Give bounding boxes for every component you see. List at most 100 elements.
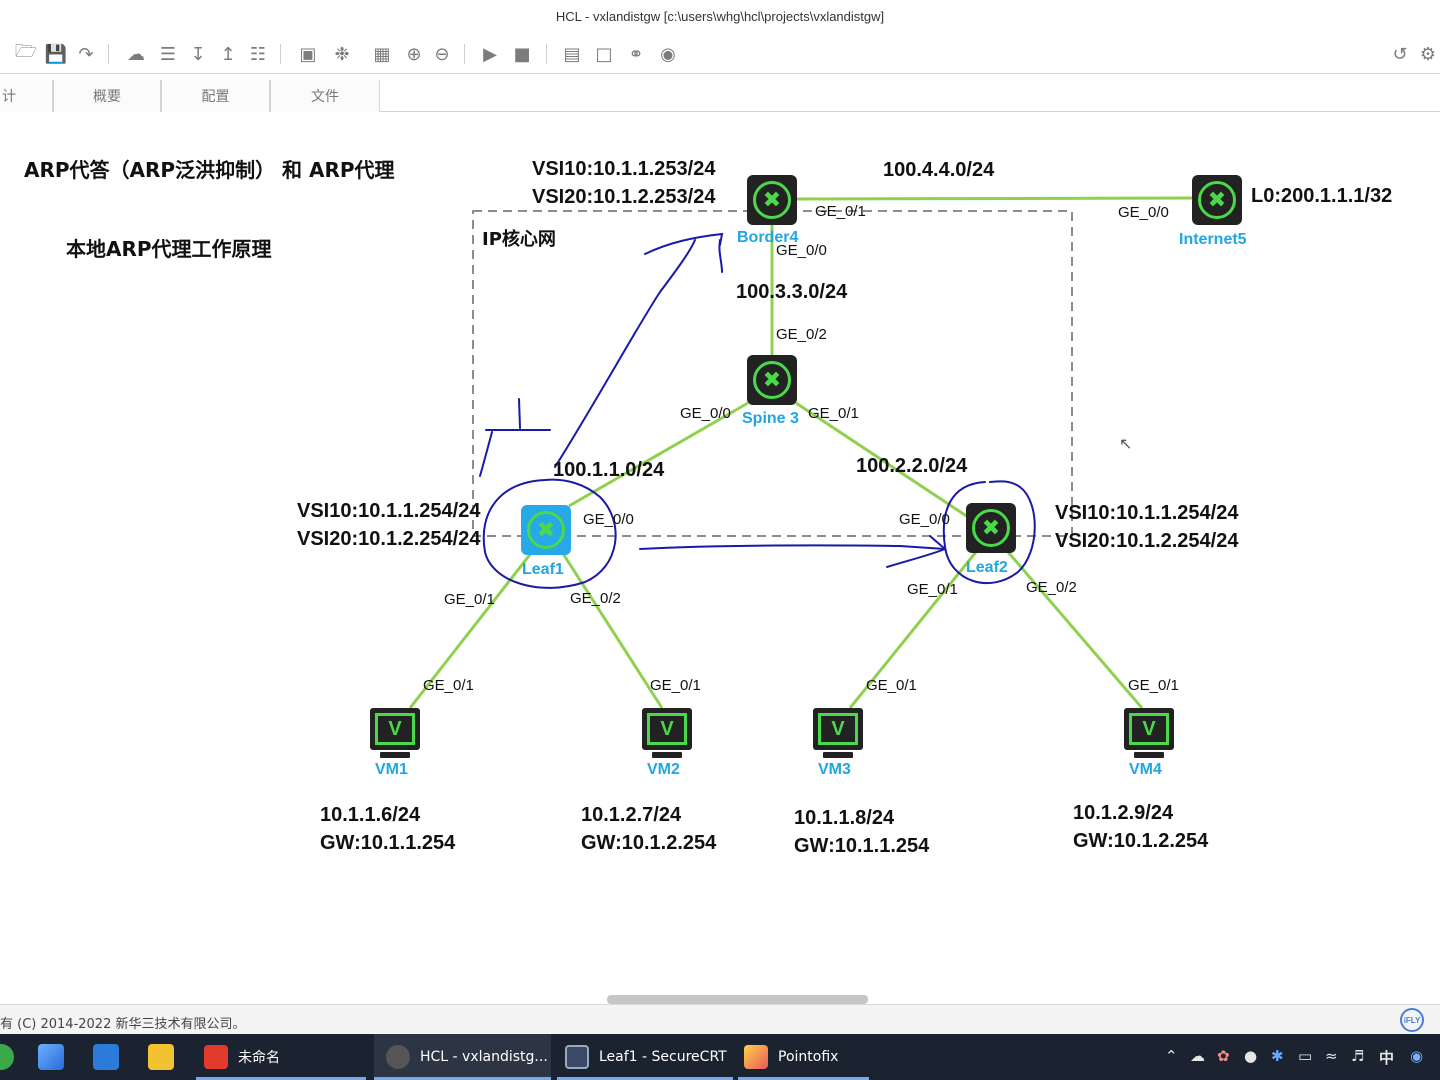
tab-bar: 计 概要 配置 文件	[0, 80, 1440, 112]
annotation-arrow-head	[886, 535, 947, 568]
horizontal-scrollbar[interactable]	[607, 995, 868, 1004]
tab-config[interactable]: 配置	[161, 80, 270, 112]
cloud-icon[interactable]: ☁	[124, 42, 148, 66]
router-internet5[interactable]: ✖	[1192, 175, 1242, 225]
vm3-ip-label: 10.1.1.8/24	[794, 807, 895, 829]
tab-label: 概要	[93, 88, 121, 104]
tray-overflow-icon[interactable]: ⌃	[1165, 1047, 1178, 1065]
tab-files[interactable]: 文件	[270, 80, 380, 112]
camera-icon[interactable]: ◉	[656, 42, 680, 66]
leaf2-vsi10-label: VSI10:10.1.1.254/24	[1055, 502, 1239, 524]
diagram-heading: ARP代答（ARP泛洪抑制） 和 ARP代理	[24, 158, 395, 182]
device-name-vm1[interactable]: VM1	[375, 761, 408, 779]
zoom-out-icon[interactable]: ⊖	[430, 42, 454, 66]
taskbar-app-label: Leaf1 - SecureCRT	[599, 1049, 727, 1065]
device-name-vm3[interactable]: VM3	[818, 761, 851, 779]
device-name-vm2[interactable]: VM2	[647, 761, 680, 779]
internet-loopback-label: L0:200.1.1.1/32	[1251, 185, 1393, 207]
device-name-border4[interactable]: Border4	[737, 229, 798, 247]
battery-icon[interactable]: ▭	[1298, 1047, 1312, 1065]
save-icon[interactable]: 💾	[44, 42, 68, 66]
add-frame-icon[interactable]: □	[592, 42, 616, 66]
export-icon[interactable]: ↷	[74, 42, 98, 66]
stop-icon[interactable]: ■	[510, 42, 534, 66]
port-label: GE_0/0	[1118, 204, 1169, 221]
host-vm3[interactable]: V	[813, 708, 863, 764]
port-label: GE_0/0	[899, 511, 950, 528]
vm4-ip-label: 10.1.2.9/24	[1073, 802, 1174, 824]
input-method-icon[interactable]: ◉	[1410, 1047, 1423, 1065]
report-icon[interactable]: ☷	[246, 42, 270, 66]
play-icon[interactable]: ▶	[478, 42, 502, 66]
annotation-arrow-up	[554, 239, 696, 468]
device-name-spine3[interactable]: Spine 3	[742, 410, 799, 428]
title-bar: HCL - vxlandistgw [c:\users\whg\hcl\proj…	[0, 0, 1440, 34]
app-icon	[204, 1045, 228, 1069]
app-tray-icon[interactable]: ✿	[1217, 1047, 1230, 1065]
toolbar-separator	[546, 44, 547, 64]
router-spine3[interactable]: ✖	[747, 355, 797, 405]
router-leaf2[interactable]: ✖	[966, 503, 1016, 553]
vm2-ip-label: 10.1.2.7/24	[581, 804, 682, 826]
host-vm2[interactable]: V	[642, 708, 692, 764]
link-border-internet	[795, 196, 1194, 201]
router-border4[interactable]: ✖	[747, 175, 797, 225]
device-name-vm4[interactable]: VM4	[1129, 761, 1162, 779]
topology-canvas[interactable]: ARP代答（ARP泛洪抑制） 和 ARP代理 本地ARP代理工作原理 IP核心网…	[0, 112, 1440, 1002]
store-icon[interactable]	[38, 1044, 64, 1070]
ifly-badge-icon[interactable]: iFLY	[1400, 1008, 1424, 1032]
tab-design[interactable]: 计	[0, 80, 53, 112]
tab-overview[interactable]: 概要	[53, 80, 161, 112]
grid-icon[interactable]: ▦	[370, 42, 394, 66]
port-label: GE_0/1	[444, 591, 495, 608]
annotation-stroke	[479, 431, 493, 477]
bluetooth-icon[interactable]: ✱	[1271, 1047, 1284, 1065]
tab-label: 计	[2, 88, 16, 104]
mail-icon[interactable]	[93, 1044, 119, 1070]
folder-icon[interactable]	[148, 1044, 174, 1070]
download-icon[interactable]: ↧	[186, 42, 210, 66]
port-label: GE_0/2	[776, 326, 827, 343]
vm3-gw-label: GW:10.1.1.254	[794, 835, 930, 857]
taskbar-app-label: HCL - vxlandistg...	[420, 1049, 548, 1065]
toolbar-separator	[464, 44, 465, 64]
router-icon: ✖	[527, 511, 565, 549]
volume-icon[interactable]: ♬	[1351, 1047, 1364, 1065]
ime-indicator[interactable]: 中	[1379, 1047, 1394, 1068]
gear-icon[interactable]: ⚙	[1416, 42, 1440, 66]
table-icon[interactable]: ▤	[560, 42, 584, 66]
router-leaf1[interactable]: ✖	[521, 505, 571, 555]
host-vm1[interactable]: V	[370, 708, 420, 764]
taskbar-app-hcl[interactable]: HCL - vxlandistg...	[374, 1034, 551, 1080]
toolbar: 🗁 💾 ↷ ☁ ☰ ↧ ↥ ☷ ▣ ❉ ▦ ⊕ ⊖ ▶ ■ ▤ □ ⚭ ◉ ↺ …	[0, 34, 1440, 74]
device-name-internet5[interactable]: Internet5	[1179, 231, 1247, 249]
device-name-leaf2[interactable]: Leaf2	[966, 559, 1008, 577]
device-name-leaf1[interactable]: Leaf1	[522, 561, 564, 579]
zoom-in-icon[interactable]: ⊕	[402, 42, 426, 66]
settings-wheel-icon[interactable]: ❉	[330, 42, 354, 66]
upload-icon[interactable]: ↥	[216, 42, 240, 66]
host-icon: V	[813, 708, 863, 750]
wifi-icon[interactable]: ≈	[1325, 1047, 1338, 1065]
screen-capture-icon[interactable]: ▣	[296, 42, 320, 66]
host-icon: V	[1124, 708, 1174, 750]
vm2-gw-label: GW:10.1.2.254	[581, 832, 717, 854]
port-label: GE_0/1	[650, 677, 701, 694]
browser-icon[interactable]	[0, 1044, 14, 1070]
open-folder-icon[interactable]: 🗁	[14, 41, 38, 66]
layers-icon[interactable]: ☰	[156, 42, 180, 66]
host-vm4[interactable]: V	[1124, 708, 1174, 764]
link-leaf1-vm2	[560, 551, 664, 709]
router-icon: ✖	[753, 361, 791, 399]
taskbar-app-unnamed[interactable]: 未命名	[196, 1034, 366, 1080]
add-link-icon[interactable]: ⚭	[624, 42, 648, 66]
microphone-icon[interactable]: ●	[1244, 1047, 1257, 1065]
undo-icon[interactable]: ↺	[1388, 42, 1412, 66]
onedrive-icon[interactable]: ☁	[1190, 1047, 1205, 1065]
taskbar-app-securecrt[interactable]: Leaf1 - SecureCRT	[557, 1034, 733, 1080]
router-icon: ✖	[1198, 181, 1236, 219]
network-label: 100.4.4.0/24	[883, 159, 995, 181]
leaf1-vsi20-label: VSI20:10.1.2.254/24	[297, 528, 481, 550]
taskbar-app-pointofix[interactable]: Pointofix	[738, 1034, 869, 1080]
port-label: GE_0/2	[1026, 579, 1077, 596]
